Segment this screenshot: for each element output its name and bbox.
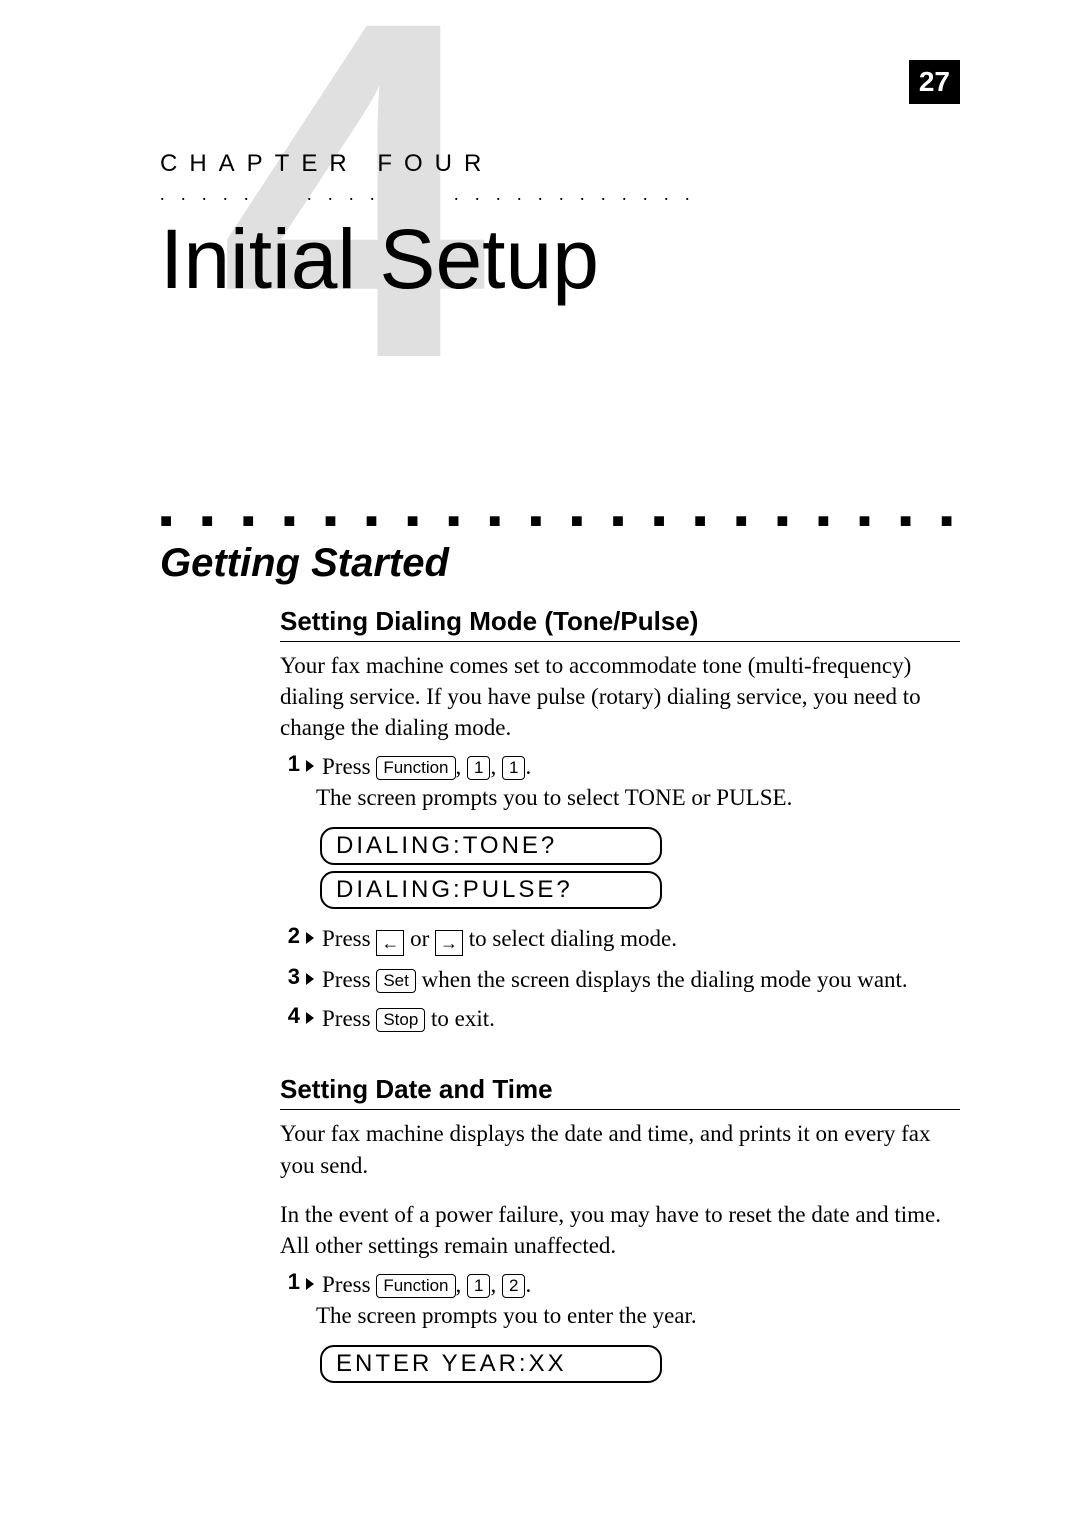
sub-title: Setting Dialing Mode (Tone/Pulse) <box>280 606 960 642</box>
step-marker-icon <box>306 1278 314 1290</box>
key-stop: Stop <box>376 1008 425 1032</box>
lcd-group: ENTER YEAR:XX <box>320 1345 960 1383</box>
body-text: Your fax machine displays the date and t… <box>280 1118 960 1180</box>
step-marker-icon <box>306 973 314 985</box>
text: when the screen displays the dialing mod… <box>422 967 908 992</box>
step-marker-icon <box>306 1012 314 1024</box>
punct: , <box>490 754 496 779</box>
dot-row-wide: ■ ■ ■ ■ ■ ■ ■ ■ ■ ■ ■ ■ ■ ■ ■ ■ ■ ■ ■ ■ … <box>160 510 960 533</box>
text: to exit. <box>431 1006 495 1031</box>
step-4: 4 Press Stop to exit. <box>280 1003 960 1034</box>
step-number: 1 <box>280 751 304 777</box>
key-2: 2 <box>502 1274 525 1298</box>
step-2: 2 Press ← or → to select dialing mode. <box>280 923 960 956</box>
step-1: 1 Press Function, 1, 2. <box>280 1269 960 1300</box>
body-text: Your fax machine comes set to accommodat… <box>280 650 960 743</box>
step-3: 3 Press Set when the screen displays the… <box>280 964 960 995</box>
lcd-group: DIALING:TONE? DIALING:PULSE? <box>320 827 960 909</box>
text: Press <box>322 1272 371 1297</box>
text: Press <box>322 967 371 992</box>
key-1: 1 <box>502 756 525 780</box>
section-title: Getting Started <box>160 541 960 586</box>
lcd-display: DIALING:TONE? <box>320 827 662 865</box>
text: or <box>410 926 429 951</box>
step-marker-icon <box>306 932 314 944</box>
step-marker-icon <box>306 760 314 772</box>
text: Press <box>322 1006 371 1031</box>
body-text: In the event of a power failure, you may… <box>280 1199 960 1261</box>
chapter-title: Initial Setup <box>160 211 960 308</box>
punct: , <box>456 1272 462 1297</box>
subsection-date-time: Setting Date and Time Your fax machine d… <box>280 1074 960 1382</box>
step-subtext: The screen prompts you to select TONE or… <box>316 782 960 813</box>
section: ■ ■ ■ ■ ■ ■ ■ ■ ■ ■ ■ ■ ■ ■ ■ ■ ■ ■ ■ ■ … <box>160 510 960 1383</box>
chapter-header: 4 CHAPTER FOUR . . . . . . . . . . . . .… <box>160 80 960 400</box>
step-number: 1 <box>280 1269 304 1295</box>
key-1: 1 <box>467 756 490 780</box>
text: Press <box>322 926 371 951</box>
key-function: Function <box>376 1274 455 1298</box>
key-1: 1 <box>467 1274 490 1298</box>
punct: , <box>490 1272 496 1297</box>
lcd-display: ENTER YEAR:XX <box>320 1345 662 1383</box>
key-set: Set <box>376 969 416 993</box>
text: Press <box>322 754 371 779</box>
sub-title: Setting Date and Time <box>280 1074 960 1110</box>
arrow-right-icon: → <box>435 930 463 956</box>
arrow-left-icon: ← <box>376 930 404 956</box>
punct: , <box>456 754 462 779</box>
step-number: 3 <box>280 964 304 990</box>
text: to select dialing mode. <box>469 926 677 951</box>
step-subtext: The screen prompts you to enter the year… <box>316 1300 960 1331</box>
lcd-display: DIALING:PULSE? <box>320 871 662 909</box>
step-number: 4 <box>280 1003 304 1029</box>
step-number: 2 <box>280 923 304 949</box>
punct: . <box>525 754 531 779</box>
key-function: Function <box>376 756 455 780</box>
step-1: 1 Press Function, 1, 1. <box>280 751 960 782</box>
chapter-label: CHAPTER FOUR <box>160 80 960 178</box>
punct: . <box>525 1272 531 1297</box>
subsection-dialing-mode: Setting Dialing Mode (Tone/Pulse) Your f… <box>280 606 960 1034</box>
